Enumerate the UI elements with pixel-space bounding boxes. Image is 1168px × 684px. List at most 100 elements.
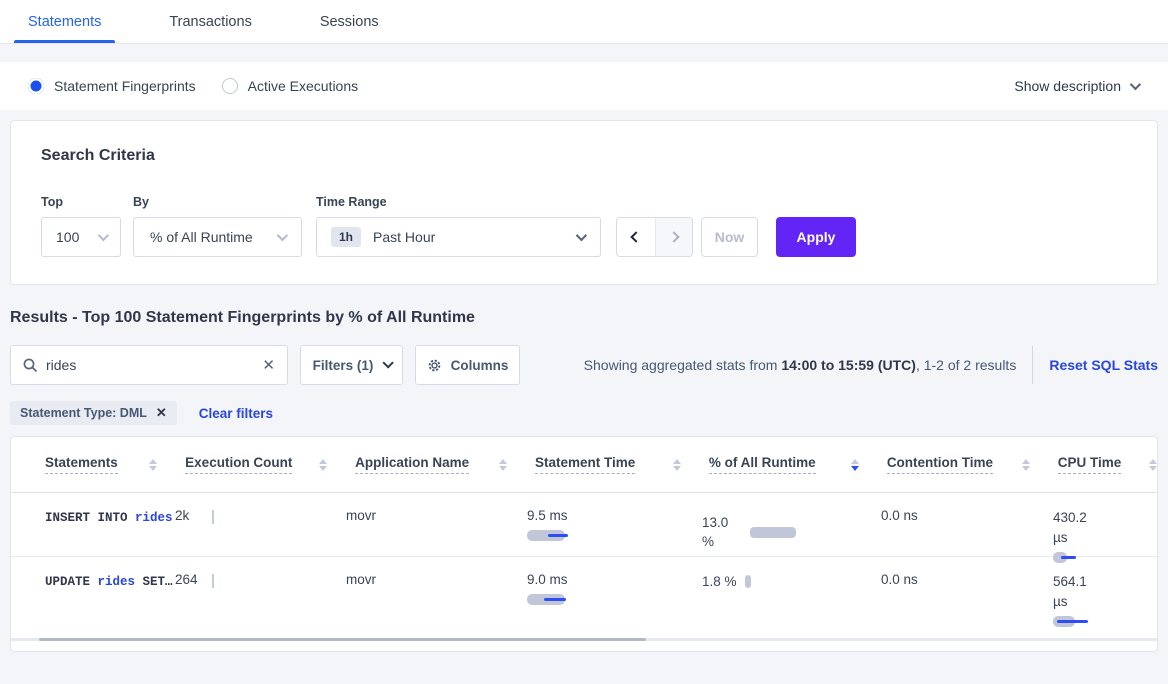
tab-transactions[interactable]: Transactions [155, 0, 265, 43]
reset-sql-stats-link[interactable]: Reset SQL Stats [1049, 357, 1158, 373]
sort-icon[interactable] [1149, 459, 1157, 471]
statement-time-bar [527, 530, 587, 541]
application-name-cell: movr [346, 557, 527, 640]
stats-range: 14:00 to 15:59 (UTC) [781, 357, 916, 373]
radio-statement-fingerprints[interactable]: Statement Fingerprints [28, 78, 196, 94]
sort-icon[interactable] [673, 459, 681, 471]
sort-icon[interactable] [149, 459, 157, 471]
stats-suffix: , 1-2 of 2 results [916, 357, 1016, 373]
by-field: By % of All Runtime [133, 195, 302, 257]
time-range-select[interactable]: 1h Past Hour [316, 217, 601, 257]
col-header-statement-time: Statement Time [535, 455, 709, 474]
col-header-pct-runtime-label[interactable]: % of All Runtime [709, 455, 816, 474]
sort-icon[interactable] [319, 459, 327, 471]
col-header-statement-time-label[interactable]: Statement Time [535, 455, 635, 474]
cpu-time-bar [1053, 616, 1113, 627]
by-select[interactable]: % of All Runtime [133, 217, 302, 257]
col-header-execution-count-label[interactable]: Execution Count [185, 455, 292, 474]
filter-chip-label: Statement Type: DML [20, 406, 147, 420]
tab-statements[interactable]: Statements [14, 0, 115, 43]
horizontal-scrollbar-thumb[interactable] [39, 638, 646, 641]
cpu-time-cell: 564.1 µs [1053, 557, 1153, 640]
application-name-cell: movr [346, 493, 527, 556]
radio-selected-icon[interactable] [28, 78, 44, 94]
col-header-cpu-time: CPU Time [1058, 455, 1157, 474]
stats-prefix: Showing aggregated stats from [584, 357, 782, 373]
main-tabbar: Statements Transactions Sessions [0, 0, 1168, 44]
statement-time-value: 9.5 ms [527, 508, 702, 523]
statement-text: SET… [135, 575, 173, 589]
chevron-down-icon [383, 357, 394, 368]
stats-summary: Showing aggregated stats from 14:00 to 1… [584, 357, 1017, 373]
execution-count-bar [212, 510, 214, 524]
clear-filters-link[interactable]: Clear filters [199, 406, 273, 421]
statement-cell: INSERT INTO rides [45, 493, 175, 556]
time-next-button[interactable] [655, 218, 693, 256]
table-row: UPDATE rides SET… 264 movr 9.0 ms 1.8 % … [11, 557, 1157, 641]
statement-time-cell: 9.5 ms [527, 493, 702, 556]
filters-button-label: Filters (1) [313, 358, 374, 373]
statement-time-bar [527, 594, 587, 605]
statement-text: UPDATE [45, 575, 98, 589]
pct-runtime-cell: 13.0 % [702, 493, 881, 556]
statement-text: INSERT INTO [45, 511, 135, 525]
statement-link[interactable]: rides [98, 575, 136, 589]
search-criteria-title: Search Criteria [41, 147, 1157, 165]
radio-active-executions[interactable]: Active Executions [222, 78, 359, 94]
pct-runtime-bar [745, 575, 751, 588]
cpu-time-bar [1053, 552, 1113, 563]
show-description-label: Show description [1014, 78, 1121, 94]
top-field: Top 100 [41, 195, 121, 257]
sort-icon[interactable] [1022, 459, 1030, 471]
columns-button[interactable]: Columns [415, 345, 520, 385]
sort-icon[interactable] [499, 459, 507, 471]
chevron-right-icon [668, 231, 679, 242]
horizontal-scrollbar [11, 638, 1157, 641]
statement-link[interactable]: rides [135, 511, 173, 525]
contention-time-cell: 0.0 ns [881, 493, 1053, 556]
table-header-row: Statements Execution Count Application N… [11, 437, 1157, 493]
pct-runtime-cell: 1.8 % [702, 557, 881, 640]
pct-runtime-bar [750, 527, 796, 538]
filters-button[interactable]: Filters (1) [300, 345, 403, 385]
col-header-statements-label[interactable]: Statements [45, 455, 118, 474]
top-select[interactable]: 100 [41, 217, 121, 257]
cpu-time-value: 430.2 µs [1053, 508, 1101, 548]
radio-active-executions-label: Active Executions [248, 78, 359, 94]
remove-filter-icon[interactable]: ✕ [156, 405, 167, 421]
execution-count-cell: 2k [175, 493, 346, 556]
tab-statements-label: Statements [28, 14, 101, 30]
by-select-value: % of All Runtime [150, 229, 253, 245]
col-header-statements: Statements [45, 455, 185, 474]
results-title: Results - Top 100 Statement Fingerprints… [10, 309, 1168, 327]
col-header-cpu-time-label[interactable]: CPU Time [1058, 455, 1122, 474]
apply-button[interactable]: Apply [776, 217, 856, 257]
cpu-time-value: 564.1 µs [1053, 572, 1101, 612]
contention-time-cell: 0.0 ns [881, 557, 1053, 640]
radio-unselected-icon[interactable] [222, 78, 238, 94]
tab-sessions[interactable]: Sessions [306, 0, 393, 43]
chevron-down-icon [1130, 79, 1141, 90]
time-prev-button[interactable] [617, 218, 655, 256]
show-description-toggle[interactable]: Show description [1014, 78, 1138, 94]
execution-count-value: 2k [175, 508, 212, 556]
gear-icon [427, 358, 442, 373]
col-header-contention-time-label[interactable]: Contention Time [887, 455, 993, 474]
chevron-down-icon [98, 230, 109, 241]
col-header-execution-count: Execution Count [185, 455, 355, 474]
pct-runtime-value: 1.8 % [702, 572, 737, 591]
col-header-pct-runtime: % of All Runtime [709, 455, 887, 474]
chevron-down-icon [576, 230, 587, 241]
search-input[interactable] [46, 357, 262, 373]
clear-search-icon[interactable]: ✕ [262, 358, 275, 373]
filter-chip-statement-type[interactable]: Statement Type: DML ✕ [10, 401, 177, 425]
results-toolbar: ✕ Filters (1) Columns Showing aggregated… [10, 345, 1158, 385]
time-range-field: Time Range 1h Past Hour [316, 195, 601, 257]
col-header-application-name-label[interactable]: Application Name [355, 455, 469, 474]
execution-count-cell: 264 [175, 557, 346, 640]
search-criteria-card: Search Criteria Top 100 By % of All Runt… [10, 120, 1158, 285]
time-range-badge: 1h [331, 227, 361, 247]
statement-time-cell: 9.0 ms [527, 557, 702, 640]
sort-icon-active-desc[interactable] [851, 459, 859, 471]
now-button[interactable]: Now [701, 217, 758, 257]
